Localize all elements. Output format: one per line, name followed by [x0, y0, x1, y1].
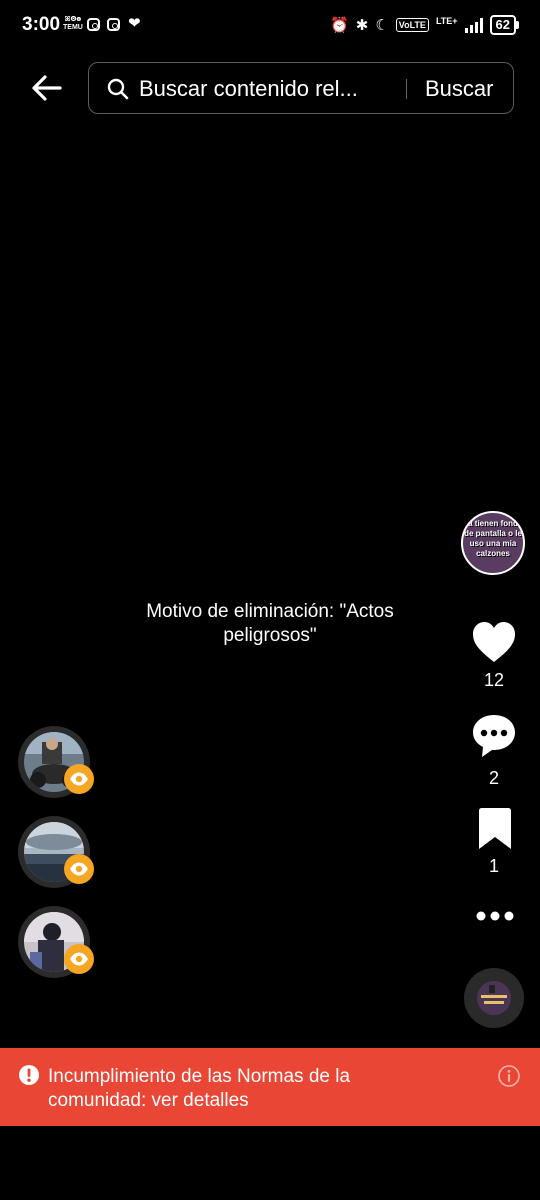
bluetooth-icon: ✱ [355, 17, 369, 34]
instagram-icon [87, 18, 100, 31]
bookmark-button[interactable] [476, 806, 514, 852]
back-button[interactable] [30, 70, 66, 106]
search-divider [406, 79, 407, 99]
bottom-area [0, 1126, 540, 1200]
eye-badge [64, 764, 94, 794]
search-bar[interactable]: Buscar contenido rel... Buscar [88, 62, 514, 114]
eye-badge [64, 854, 94, 884]
more-options-button[interactable] [474, 904, 516, 928]
music-cover [477, 981, 511, 1015]
music-disc[interactable] [464, 968, 524, 1028]
like-count: 12 [483, 670, 505, 690]
volte-icon: VoLTE [395, 18, 429, 32]
comment-count: 2 [488, 768, 499, 788]
viewer-bubble-1[interactable] [18, 726, 94, 798]
back-arrow-icon [32, 75, 62, 101]
bookmark-icon [479, 808, 511, 849]
warning-icon [19, 1065, 39, 1085]
eye-icon [70, 772, 88, 786]
temu-icon: ꕤꙨꙩ TEMU [63, 16, 83, 32]
viewer-bubble-3[interactable] [18, 906, 94, 978]
avatar-caption: Ya tienen fondo de pantalla o le uso una… [463, 519, 523, 558]
temu-icon-bottom: TEMU [63, 24, 83, 31]
search-button[interactable]: Buscar [425, 76, 493, 102]
violation-text: Incumplimiento de las Normas de la comun… [48, 1066, 351, 1111]
more-dots-icon [476, 911, 514, 921]
violation-banner[interactable]: Incumplimiento de las Normas de la comun… [0, 1048, 540, 1126]
search-icon [107, 78, 129, 100]
info-icon[interactable] [497, 1064, 521, 1088]
heart-icon: ❤ [128, 15, 141, 32]
bookmark-count: 1 [488, 856, 499, 876]
battery-icon: 62 [489, 15, 520, 35]
eye-icon [70, 952, 88, 966]
viewer-bubble-2[interactable] [18, 816, 94, 888]
comment-button[interactable] [470, 712, 518, 760]
status-time: 3:00 [22, 14, 61, 35]
temu-icon-top: ꕤꙨꙩ [64, 16, 82, 23]
alarm-icon: ⏰ [330, 17, 349, 34]
creator-avatar[interactable]: Ya tienen fondo de pantalla o le uso una… [461, 511, 525, 575]
lte-icon: LTE+ [435, 16, 458, 26]
comment-icon [473, 715, 515, 757]
moon-icon: ☾ [375, 17, 389, 34]
instagram-icon [107, 18, 120, 31]
signal-icon [464, 17, 483, 33]
status-bar: 3:00 ꕤꙨꙩ TEMU ❤ ⏰ ✱ ☾ VoLTE LTE+ 62 [0, 0, 540, 52]
removal-reason: Motivo de eliminación: "Actos peligrosos… [146, 601, 394, 646]
like-button[interactable] [470, 619, 518, 667]
status-right-group: ⏰ ✱ ☾ VoLTE LTE+ 62 [330, 15, 520, 35]
search-input[interactable]: Buscar contenido rel... [139, 76, 379, 102]
heart-icon [473, 622, 515, 662]
eye-icon [70, 862, 88, 876]
eye-badge [64, 944, 94, 974]
